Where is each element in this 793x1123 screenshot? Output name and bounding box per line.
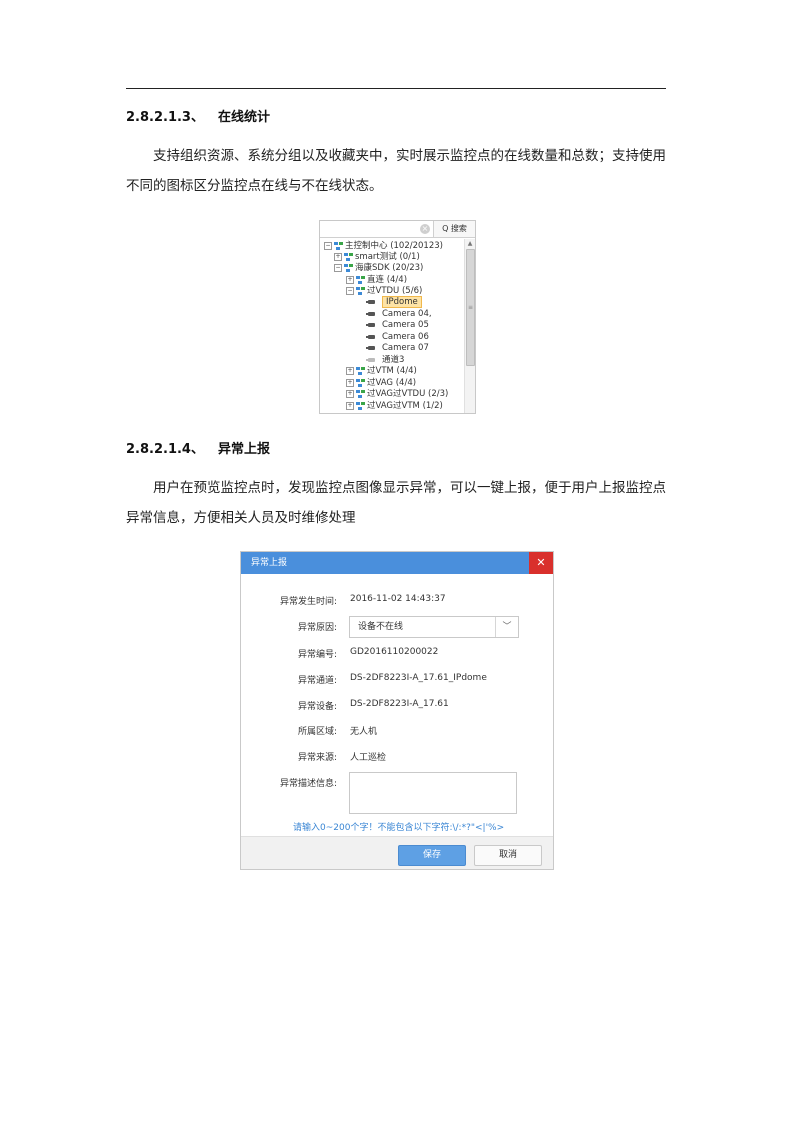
group-icon [334, 241, 343, 250]
camera-online-icon [366, 334, 377, 340]
tree-node-camera[interactable]: Camera 07 [366, 343, 429, 354]
tree-list: − 主控制中心 (102/20123) + smart测试 (0/1) − 海康SDK… [320, 239, 463, 413]
section-heading-online-stats: 2.8.2.1.3、 在线统计 [126, 106, 270, 125]
tree-node-label: 过VAG过VTM (1/2) [367, 401, 443, 411]
tree-node[interactable]: + 过VTM (4/4) [346, 366, 417, 377]
tree-node-camera[interactable]: IPdome [366, 296, 422, 308]
tree-node[interactable]: − 主控制中心 (102/20123) [324, 241, 443, 252]
group-icon [356, 275, 365, 284]
source-value: 人工巡检 [350, 753, 387, 763]
description-textarea[interactable] [349, 772, 517, 814]
device-value: DS-2DF8223I-A_17.61 [350, 699, 449, 709]
group-icon [356, 401, 365, 410]
expand-icon[interactable]: + [346, 275, 354, 284]
tree-node[interactable]: + 过VAG (4/4) [346, 378, 416, 389]
camera-online-icon [366, 299, 377, 305]
tree-node-label: 过VTM (4/4) [367, 366, 417, 376]
tree-node-camera[interactable]: Camera 04, [366, 309, 432, 320]
tree-search-input[interactable]: × [320, 221, 434, 238]
clear-icon[interactable]: × [420, 224, 430, 234]
tree-node-label: 直连 (4/4) [367, 275, 408, 285]
area-value: 无人机 [350, 727, 378, 737]
dialog-title-bar: 异常上报 ✕ [241, 552, 553, 574]
chevron-down-icon[interactable]: ﹀ [495, 617, 518, 637]
time-label: 异常发生时间: [279, 597, 337, 607]
group-icon [344, 252, 353, 261]
group-icon [356, 389, 365, 398]
section-paragraph: 支持组织资源、系统分组以及收藏夹中，实时展示监控点的在线数量和总数；支持使用不同… [126, 148, 666, 194]
section-title: 在线统计 [217, 110, 270, 125]
tree-node[interactable]: + 直连 (4/4) [346, 275, 407, 286]
section-paragraph: 用户在预览监控点时，发现监控点图像显示异常，可以一键上报，便于用户上报监控点异常… [126, 480, 666, 526]
section-title: 异常上报 [217, 442, 270, 457]
tree-node-label: 主控制中心 (102/20123) [345, 241, 443, 251]
camera-offline-icon [366, 357, 377, 363]
group-icon [356, 378, 365, 387]
description-label: 异常描述信息: [279, 779, 337, 789]
expand-icon[interactable]: + [346, 366, 354, 375]
section-number: 2.8.2.1.4、 [126, 442, 204, 457]
section-number: 2.8.2.1.3、 [126, 110, 204, 125]
tree-node-label: 过VTDU (5/6) [367, 286, 423, 296]
camera-online-icon [366, 311, 377, 317]
group-icon [356, 366, 365, 375]
tree-node-label: 通道3 [382, 355, 405, 365]
tree-node-label: 过VAG过VTDU (2/3) [367, 389, 449, 399]
code-value: GD2016110200022 [350, 647, 439, 657]
tree-node-label: smart测试 (0/1) [355, 252, 420, 262]
group-icon [344, 263, 353, 272]
tree-scrollbar[interactable]: ▲ ≡ [464, 239, 475, 413]
tree-node-camera[interactable]: Camera 05 [366, 320, 429, 331]
dialog-footer: 保存 取消 [241, 836, 553, 869]
source-label: 异常来源: [297, 753, 337, 763]
close-icon[interactable]: ✕ [529, 552, 553, 574]
collapse-icon[interactable]: − [324, 241, 332, 250]
input-hint: 请输入0~200个字！不能包含以下字符:\/:*?"<|'%> [293, 823, 505, 833]
save-button[interactable]: 保存 [398, 845, 466, 866]
time-value: 2016-11-02 14:43:37 [350, 594, 446, 604]
expand-icon[interactable]: + [346, 401, 354, 410]
tree-node-camera[interactable]: Camera 06 [366, 332, 429, 343]
tree-node-camera[interactable]: 通道3 [366, 355, 404, 366]
resource-tree-panel: × Q 搜索 − 主控制中心 (102/20123) + smart测试 (0/1)… [319, 220, 476, 414]
page-header-rule [126, 88, 666, 89]
tree-node[interactable]: − 海康SDK (20/23) [334, 263, 423, 274]
tree-node-label: Camera 05 [382, 320, 429, 330]
tree-node[interactable]: + 过VAG过VTM (1/2) [346, 401, 443, 412]
scrollbar-thumb[interactable]: ≡ [466, 249, 475, 366]
tree-node-label: 海康SDK (20/23) [355, 263, 424, 273]
channel-value: DS-2DF8223I-A_17.61_IPdome [350, 673, 487, 683]
area-label: 所属区域: [297, 727, 337, 737]
reason-select-value: 设备不在线 [358, 622, 404, 632]
scroll-up-icon[interactable]: ▲ [465, 239, 475, 249]
reason-select[interactable]: 设备不在线 ﹀ [349, 616, 519, 638]
tree-node[interactable]: + smart测试 (0/1) [334, 252, 420, 263]
collapse-icon[interactable]: − [346, 286, 354, 295]
group-icon [356, 286, 365, 295]
tree-node-label: Camera 07 [382, 343, 429, 353]
tree-search-button[interactable]: Q 搜索 [434, 221, 475, 238]
expand-icon[interactable]: + [346, 378, 354, 387]
tree-node-label-selected: IPdome [382, 296, 422, 308]
exception-report-dialog: 异常上报 ✕ 异常发生时间: 2016-11-02 14:43:37 异常原因:… [240, 551, 554, 870]
collapse-icon[interactable]: − [334, 263, 342, 272]
camera-online-icon [366, 322, 377, 328]
cancel-button[interactable]: 取消 [474, 845, 542, 866]
device-label: 异常设备: [297, 702, 337, 712]
expand-icon[interactable]: + [334, 252, 342, 261]
dialog-title: 异常上报 [251, 558, 288, 568]
tree-node[interactable]: + 过VAG过VTDU (2/3) [346, 389, 448, 400]
tree-node-label: Camera 04, [382, 309, 432, 319]
expand-icon[interactable]: + [346, 389, 354, 398]
channel-label: 异常通道: [297, 676, 337, 686]
camera-online-icon [366, 345, 377, 351]
reason-label: 异常原因: [297, 623, 337, 633]
section-heading-exception-report: 2.8.2.1.4、 异常上报 [126, 438, 270, 457]
code-label: 异常编号: [297, 650, 337, 660]
tree-node-label: Camera 06 [382, 332, 429, 342]
tree-node-label: 过VAG (4/4) [367, 378, 417, 388]
